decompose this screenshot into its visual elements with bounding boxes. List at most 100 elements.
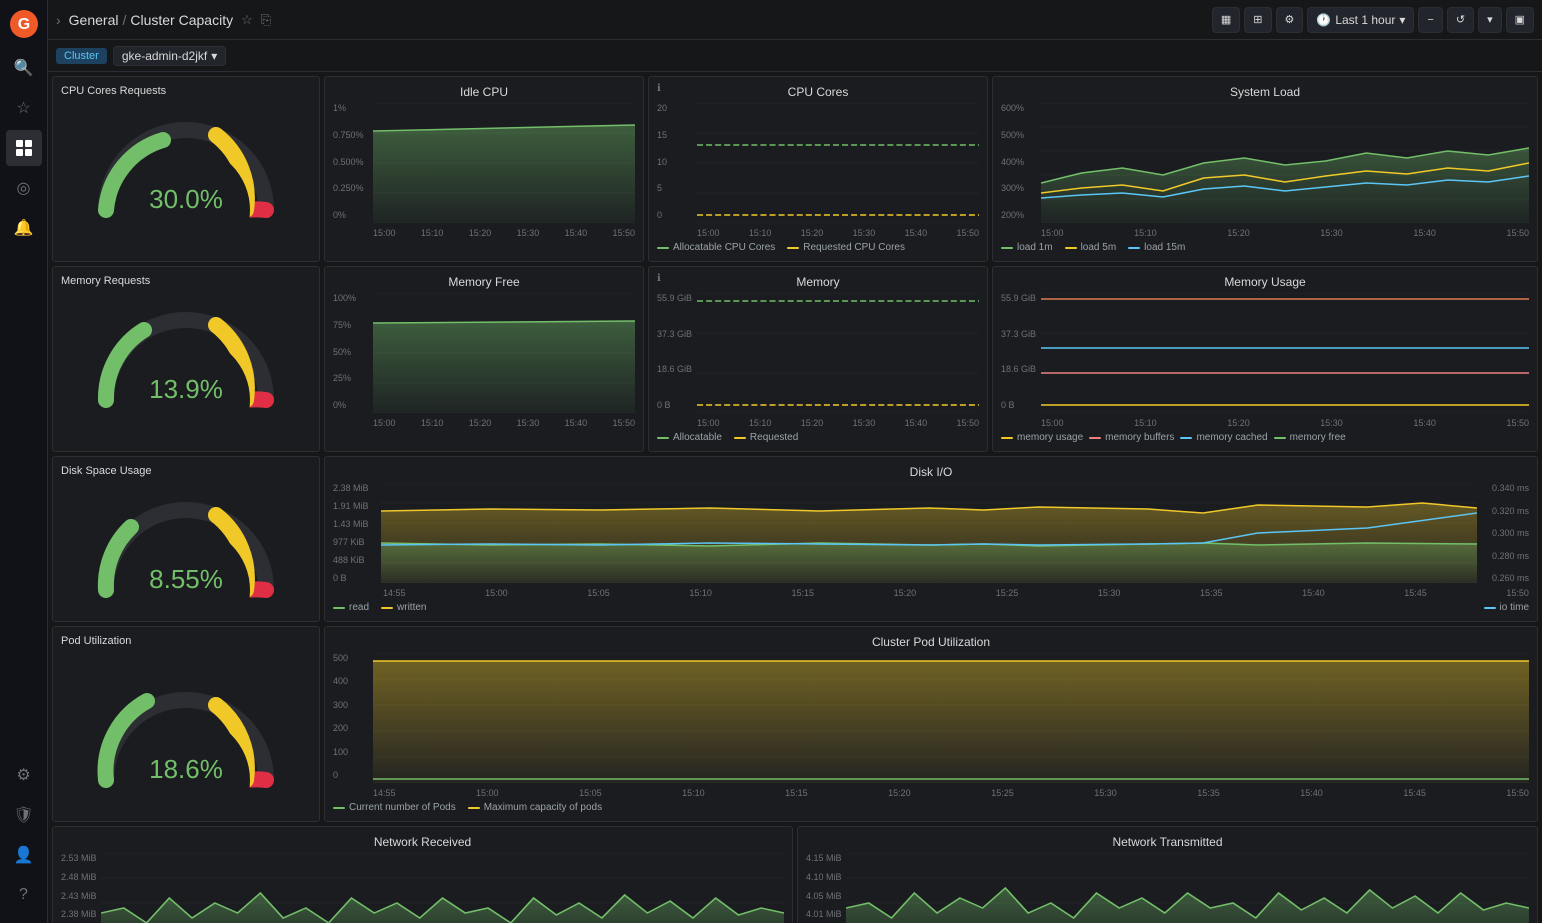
disk-io-panel: Disk I/O 2.38 MiB1.91 MiB1.43 MiB977 KiB… [324,456,1538,622]
pod-utilization-title: Pod Utilization [61,635,131,647]
tv-mode-btn[interactable]: ▣ [1506,7,1534,33]
sidebar-toggle[interactable]: › [56,12,61,28]
cluster-pod-legend: Current number of Pods Maximum capacity … [333,802,1529,813]
legend-allocatable-mem: Allocatable [657,432,722,443]
memory-x-labels: 15:0015:1015:2015:3015:4015:50 [697,418,979,428]
refresh-btn[interactable]: ↺ [1447,7,1474,33]
chevron-down-btn[interactable]: ▾ [1478,7,1502,33]
topbar-actions: ▦ ⊞ ⚙ 🕐 Last 1 hour ▾ − ↺ ▾ ▣ [1212,7,1534,33]
memory-free-panel: Memory Free 100%75%50%25%0% [324,266,644,452]
sidebar-item-shield[interactable]: 🛡 [6,797,42,833]
info-icon: ℹ [657,83,661,94]
legend-load1m: load 1m [1001,242,1053,253]
star-icon[interactable]: ☆ [241,12,253,28]
memory-free-x-labels: 15:0015:1015:2015:3015:4015:50 [373,418,635,428]
pod-utilization-panel: Pod Utilization 18.6% [52,626,320,822]
zoom-out-btn[interactable]: − [1418,7,1442,33]
memory-title: Memory [657,275,979,289]
sidebar-item-settings[interactable]: ⚙ [6,757,42,793]
time-range-picker[interactable]: 🕐 Last 1 hour ▾ [1307,7,1414,33]
legend-allocatable-cpu: Allocatable CPU Cores [657,242,775,253]
network-transmitted-title: Network Transmitted [806,835,1529,849]
network-received-title: Network Received [61,835,784,849]
memory-usage-chart-container: 55.9 GiB37.3 GiB18.6 GiB0 B [1001,293,1529,428]
disk-space-gauge: 8.55% [86,485,286,605]
network-transmitted-panel: Network Transmitted 4.15 MiB4.10 MiB4.05… [797,826,1538,923]
breadcrumb-current: Cluster Capacity [130,12,233,28]
legend-load15m: load 15m [1128,242,1185,253]
cluster-pod-y-labels: 5004003002001000 [333,653,371,780]
cpu-cores-requests-panel: CPU Cores Requests 30.0% [52,76,320,262]
memory-free-chart-container: 100%75%50%25%0% [333,293,635,428]
dashboard-settings-btn[interactable]: ▦ [1212,7,1240,33]
cpu-cores-panel: ℹ CPU Cores 20151050 [648,76,988,262]
add-panel-btn[interactable]: ⊞ [1244,7,1271,33]
settings-btn[interactable]: ⚙ [1276,7,1304,33]
chevron-down-icon: ▾ [1399,13,1405,27]
memory-requests-panel: Memory Requests 13.9% [52,266,320,452]
sidebar-item-help[interactable]: ? [6,877,42,913]
system-load-chart [1041,103,1529,226]
memory-requests-gauge: 13.9% [86,295,286,415]
idle-cpu-panel: Idle CPU 1%0.750%0.500%0.250%0% [324,76,644,262]
share-icon[interactable]: ⎘ [261,12,271,28]
breadcrumb-parent[interactable]: General [69,12,119,28]
sidebar-item-dashboards[interactable] [6,130,42,166]
legend-io-time: io time [1484,602,1529,613]
legend-mem-free: memory free [1274,432,1346,443]
memory-usage-title: Memory Usage [1001,275,1529,289]
sidebar-item-alerting[interactable]: 🔔 [6,210,42,246]
app-logo[interactable]: G [8,8,40,40]
sidebar-item-search[interactable]: 🔍 [6,50,42,86]
legend-requested-cpu: Requested CPU Cores [787,242,905,253]
memory-free-chart [373,293,635,416]
cluster-selector[interactable]: gke-admin-d2jkf ▾ [113,46,226,66]
cluster-pod-title: Cluster Pod Utilization [333,635,1529,649]
disk-space-value: 8.55% [149,564,223,595]
idle-cpu-y-labels: 1%0.750%0.500%0.250%0% [333,103,371,220]
system-load-y-labels: 600%500%400%300%200% [1001,103,1039,220]
idle-cpu-chart-container: 1%0.750%0.500%0.250%0% [333,103,635,238]
legend-mem-buffers: memory buffers [1089,432,1174,443]
cluster-pod-chart-container: 5004003002001000 [333,653,1529,798]
sidebar-item-user[interactable]: 👤 [6,837,42,873]
chevron-down-icon: ▾ [211,49,217,63]
gear-icon: ⚙ [1285,13,1295,26]
idle-cpu-chart [373,103,635,226]
legend-read: read [333,602,369,613]
legend-max-pods: Maximum capacity of pods [468,802,602,813]
main-content: CPU Cores Requests 30.0% Idl [48,72,1542,923]
row-3: Disk Space Usage 8.55% Disk I/O 2.38 MiB… [52,456,1538,622]
cluster-pod-chart [373,653,1529,786]
legend-load5m: load 5m [1065,242,1117,253]
memory-chart [697,293,979,416]
memory-legend: Allocatable Requested [657,432,979,443]
cluster-pod-panel: Cluster Pod Utilization 5004003002001000 [324,626,1538,822]
cpu-cores-chart [697,103,979,226]
memory-usage-y-labels: 55.9 GiB37.3 GiB18.6 GiB0 B [1001,293,1039,410]
add-panel-icon: ⊞ [1253,13,1262,26]
disk-io-legend: read written io time [333,602,1529,613]
disk-io-x-labels: 14:5515:0015:0515:1015:1515:2015:2515:30… [383,588,1529,598]
cpu-cores-x-labels: 15:0015:1015:2015:3015:4015:50 [697,228,979,238]
disk-io-chart-container: 2.38 MiB1.91 MiB1.43 MiB977 KiB488 KiB0 … [333,483,1529,586]
time-range-label: Last 1 hour [1335,13,1395,27]
breadcrumb-separator: / [122,12,126,28]
memory-free-title: Memory Free [333,275,635,289]
svg-text:G: G [17,16,29,33]
pod-utilization-gauge: 18.6% [86,655,286,805]
topbar: › General / Cluster Capacity ☆ ⎘ ▦ ⊞ ⚙ 🕐… [48,0,1542,40]
sidebar-item-starred[interactable]: ☆ [6,90,42,126]
memory-chart-container: 55.9 GiB37.3 GiB18.6 GiB0 B [657,293,979,428]
system-load-chart-container: 600%500%400%300%200% [1001,103,1529,238]
network-transmitted-y-labels: 4.15 MiB4.10 MiB4.05 MiB4.01 MiB3.96 MiB [806,853,844,923]
bar-chart-icon: ▦ [1221,13,1231,26]
cpu-cores-chart-container: 20151050 [657,103,979,238]
sidebar-item-explore[interactable]: ◎ [6,170,42,206]
cpu-cores-requests-title: CPU Cores Requests [61,85,166,97]
legend-mem-usage: memory usage [1001,432,1083,443]
disk-space-panel: Disk Space Usage 8.55% [52,456,320,622]
cpu-cores-requests-gauge: 30.0% [86,105,286,225]
memory-usage-chart [1041,293,1529,416]
cpu-cores-requests-value: 30.0% [149,184,223,215]
